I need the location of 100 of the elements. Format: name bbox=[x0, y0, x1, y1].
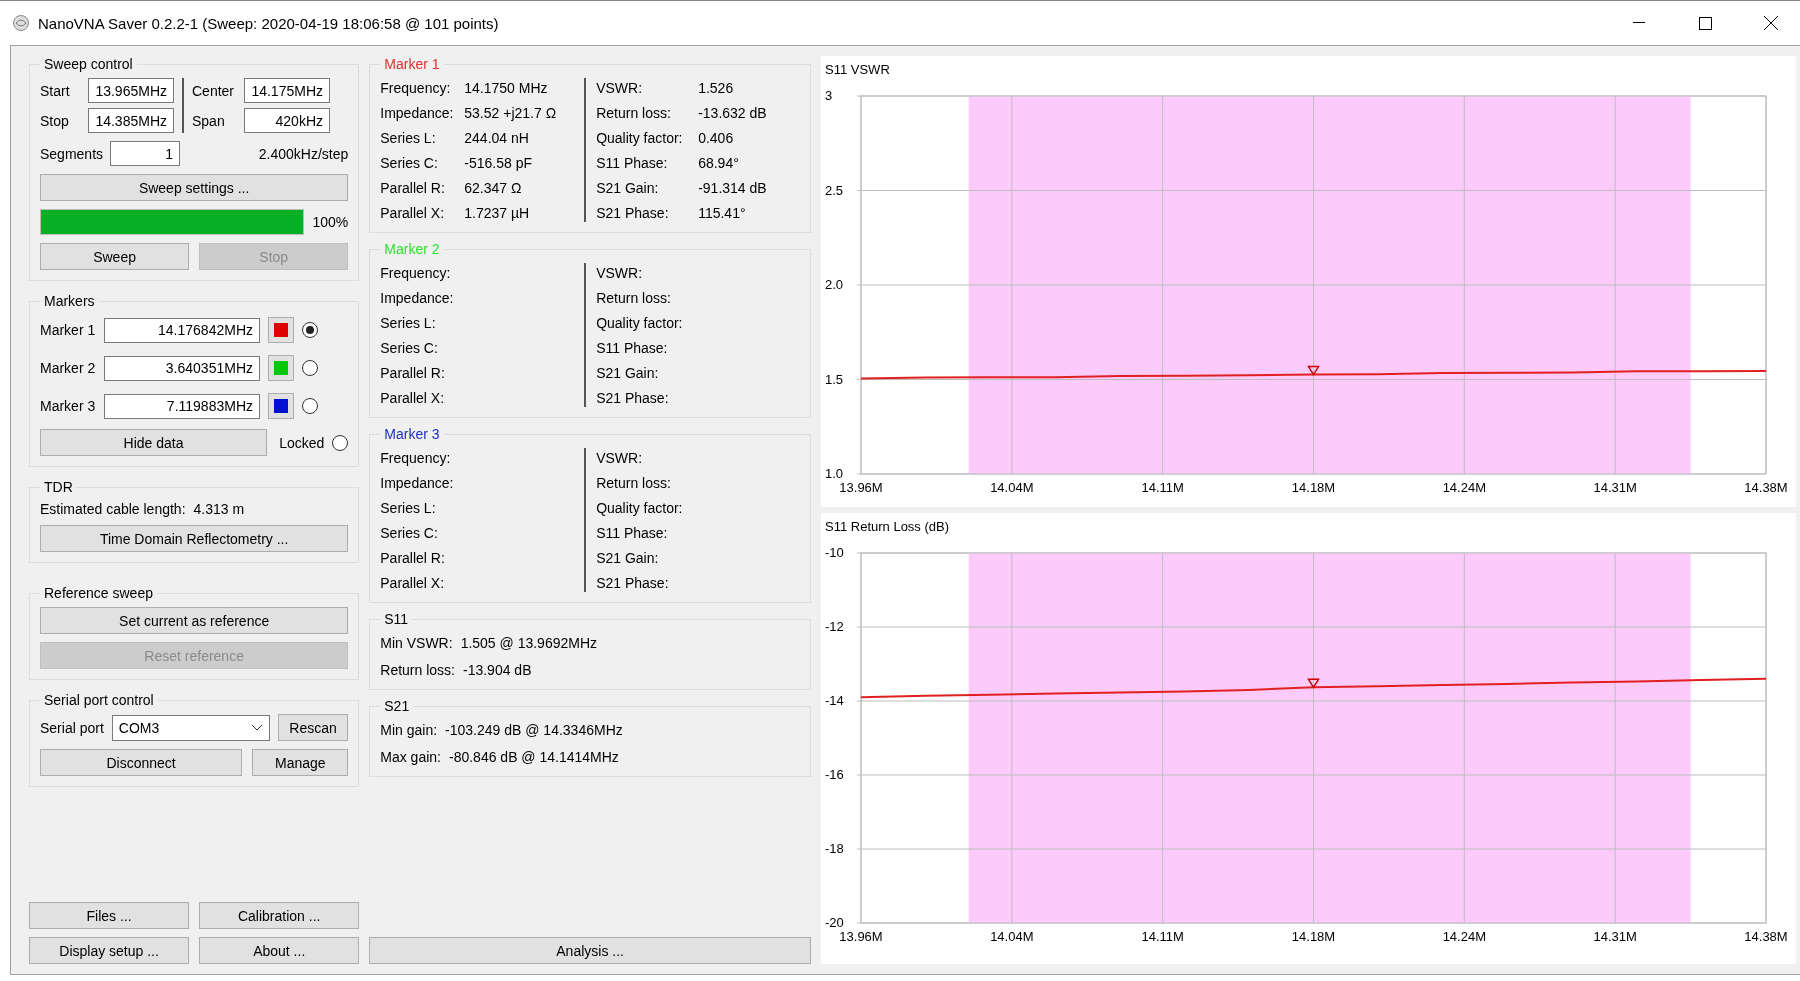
marker-title: Marker 3 bbox=[383, 426, 441, 442]
field-label: S11 Phase: bbox=[596, 339, 669, 356]
field-value: -80.846 dB @ 14.1414MHz bbox=[449, 748, 619, 765]
field-label: Center bbox=[192, 82, 236, 99]
field-value: 0.406 bbox=[698, 129, 734, 146]
x-tick-label: 14.18M bbox=[1291, 929, 1336, 944]
field-label: Series C: bbox=[380, 339, 439, 356]
field-value: -13.904 dB bbox=[463, 661, 532, 678]
field-label: Marker 3 bbox=[40, 398, 96, 414]
chart-title: S11 VSWR bbox=[825, 62, 890, 77]
close-icon bbox=[1764, 16, 1778, 30]
input-field[interactable]: 14.175MHz bbox=[244, 78, 330, 103]
x-tick-label: 13.96M bbox=[839, 480, 883, 495]
field-label: Impedance: bbox=[380, 474, 455, 491]
marker-triangle-icon bbox=[1307, 365, 1320, 376]
field-label: Parallel X: bbox=[380, 204, 446, 221]
x-tick-label: 14.24M bbox=[1442, 929, 1486, 944]
x-tick-label: 13.96M bbox=[839, 929, 883, 944]
field-value: 1.505 @ 13.9692MHz bbox=[460, 634, 598, 651]
field-value: -91.314 dB bbox=[698, 179, 767, 196]
radio-button[interactable] bbox=[302, 360, 318, 376]
progress-reading: 100% bbox=[312, 214, 349, 230]
input-field[interactable]: 420kHz bbox=[244, 108, 330, 133]
field-value: -13.632 dB bbox=[698, 104, 767, 121]
field-label: S21 Gain: bbox=[596, 179, 660, 196]
field-label: Parallel R: bbox=[380, 179, 446, 196]
x-tick-label: 14.31M bbox=[1593, 929, 1637, 944]
field-value: 14.1750 MHz bbox=[464, 79, 548, 96]
hide-data-button[interactable]: Hide data bbox=[40, 429, 268, 456]
field-label: VSWR: bbox=[596, 449, 644, 466]
marker-triangle-icon bbox=[1307, 678, 1320, 689]
analysis-button[interactable]: Analysis ... bbox=[369, 937, 811, 964]
field-label: VSWR: bbox=[596, 79, 644, 96]
sweep-settings-button[interactable]: Sweep settings ... bbox=[40, 174, 349, 201]
color-swatch[interactable] bbox=[268, 393, 294, 419]
field-label: Quality factor: bbox=[596, 314, 684, 331]
field-label: Stop bbox=[40, 112, 70, 129]
x-tick-label: 14.04M bbox=[990, 480, 1034, 495]
field-label: Series L: bbox=[380, 499, 437, 516]
input-field[interactable]: 14.385MHz bbox=[88, 108, 174, 133]
field-label: Return loss: bbox=[596, 289, 672, 306]
field-label: Series L: bbox=[380, 314, 437, 331]
x-tick-label: 14.18M bbox=[1291, 480, 1336, 495]
field-label: Min VSWR: bbox=[380, 634, 453, 651]
dialog-button[interactable]: Files ... bbox=[29, 902, 190, 929]
dialog-button[interactable]: Display setup ... bbox=[29, 937, 190, 964]
field-label: Marker 1 bbox=[40, 322, 96, 338]
group-title: Serial port control bbox=[43, 692, 155, 708]
dialog-button[interactable]: Calibration ... bbox=[199, 902, 360, 929]
tdr-button[interactable]: Time Domain Reflectometry ... bbox=[40, 525, 349, 552]
minimize-icon bbox=[1633, 22, 1645, 24]
field-label: Return loss: bbox=[596, 104, 672, 121]
field-label: Series C: bbox=[380, 154, 439, 171]
input-field[interactable]: 3.640351MHz bbox=[104, 355, 260, 381]
input-field[interactable]: 13.965MHz bbox=[88, 78, 174, 103]
y-tick-label: 2.5 bbox=[825, 182, 844, 198]
y-tick-label: -16 bbox=[825, 767, 844, 782]
field-label: Frequency: bbox=[380, 449, 452, 466]
field-label: Return loss: bbox=[380, 661, 455, 678]
dialog-button[interactable]: About ... bbox=[199, 937, 360, 964]
field-label: S21 Gain: bbox=[596, 364, 660, 381]
radio-button[interactable] bbox=[302, 322, 318, 338]
reference-button[interactable]: Set current as reference bbox=[40, 607, 349, 634]
x-tick-label: 14.11M bbox=[1141, 480, 1184, 495]
color-swatch[interactable] bbox=[268, 355, 294, 381]
radio-button[interactable] bbox=[302, 398, 318, 414]
field-label: Impedance: bbox=[380, 289, 455, 306]
disconnect-button[interactable]: Disconnect bbox=[40, 749, 243, 776]
field-value: -516.58 pF bbox=[464, 154, 532, 171]
marker-title: Marker 2 bbox=[383, 241, 441, 257]
y-tick-label: 1.5 bbox=[825, 371, 844, 387]
group-title: Reference sweep bbox=[43, 585, 154, 601]
field-label: Marker 2 bbox=[40, 360, 96, 376]
field-label: Segments bbox=[40, 145, 102, 162]
rescan-button[interactable]: Rescan bbox=[277, 714, 349, 741]
color-swatch[interactable] bbox=[268, 317, 294, 343]
field-label: Quality factor: bbox=[596, 129, 684, 146]
checkbox-label: Locked bbox=[279, 434, 325, 451]
field-value: 244.04 nH bbox=[464, 129, 529, 146]
input-field[interactable]: 14.176842MHz bbox=[104, 317, 260, 343]
x-tick-label: 14.04M bbox=[990, 929, 1034, 944]
field-value: 1.7237 µH bbox=[464, 204, 530, 221]
group-title: Sweep control bbox=[43, 56, 134, 72]
y-tick-label: 3 bbox=[825, 88, 833, 103]
port-dropdown[interactable]: COM3 bbox=[111, 714, 270, 741]
field-value: 4.313 m bbox=[193, 501, 245, 517]
field-label: Min gain: bbox=[380, 721, 438, 738]
manage-button[interactable]: Manage bbox=[252, 749, 349, 776]
field-label: S11 Phase: bbox=[596, 154, 669, 171]
input-field[interactable]: 7.119883MHz bbox=[104, 393, 260, 419]
x-tick-label: 14.31M bbox=[1593, 480, 1637, 495]
field-value: 115.41° bbox=[698, 204, 746, 221]
field-value: -103.249 dB @ 14.3346MHz bbox=[445, 721, 623, 738]
window-title: NanoVNA Saver 0.2.2-1 (Sweep: 2020-04-19 18:06:58 @ 101 points) bbox=[38, 14, 500, 32]
locked-toggle[interactable] bbox=[332, 434, 349, 451]
field-label: Max gain: bbox=[380, 748, 441, 765]
input-field[interactable]: 1 bbox=[110, 141, 180, 166]
field-label: Impedance: bbox=[380, 104, 455, 121]
sweep-button[interactable]: Sweep bbox=[40, 243, 190, 270]
field-label: Parallel R: bbox=[380, 549, 446, 566]
